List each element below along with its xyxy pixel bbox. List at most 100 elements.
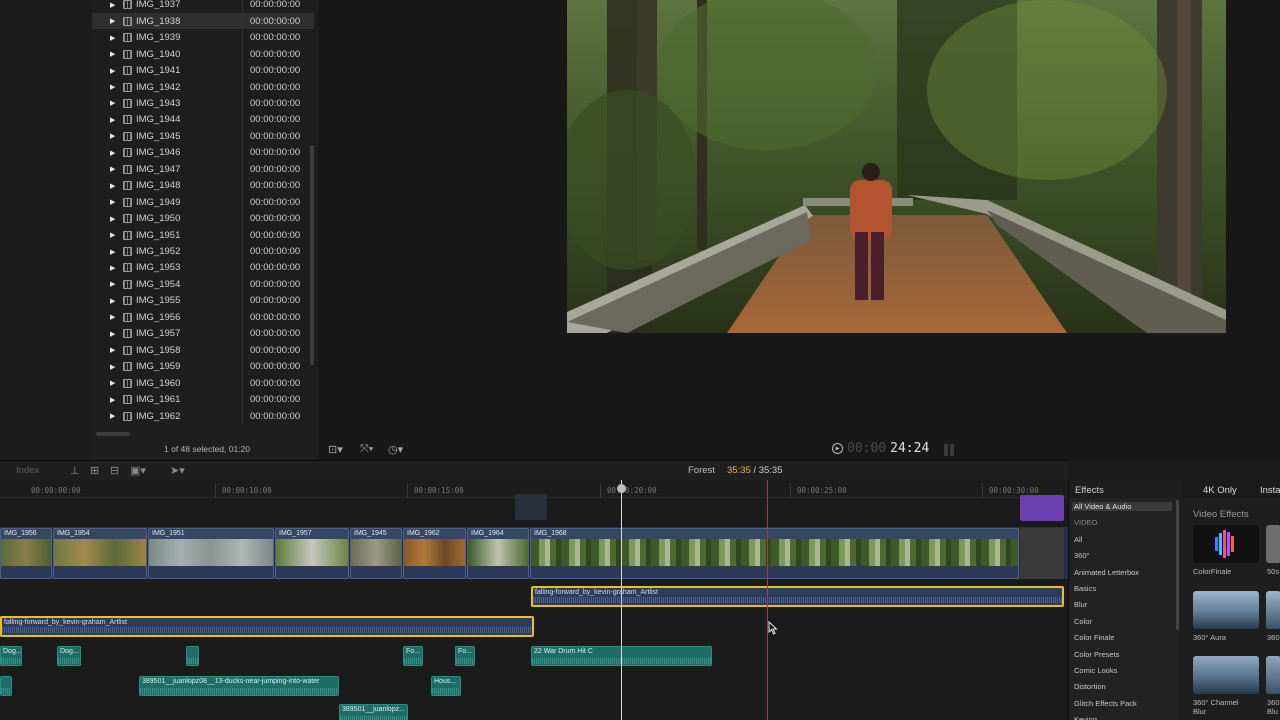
playhead-handle[interactable] bbox=[617, 484, 626, 493]
browser-clip-row[interactable]: ▶ IMG_1942 00:00:00:00 bbox=[92, 78, 314, 96]
video-clip[interactable]: IMG_1954 bbox=[53, 528, 147, 579]
browser-clip-row[interactable]: ▶ IMG_1941 00:00:00:00 bbox=[92, 62, 314, 79]
browser-clip-row[interactable]: ▶ IMG_1957 00:00:00:00 bbox=[92, 325, 314, 342]
disclosure-triangle-icon[interactable]: ▶ bbox=[110, 231, 115, 239]
playhead[interactable] bbox=[621, 480, 622, 720]
disclosure-triangle-icon[interactable]: ▶ bbox=[110, 363, 115, 371]
browser-clip-row[interactable]: ▶ IMG_1956 00:00:00:00 bbox=[92, 309, 314, 326]
browser-clip-row[interactable]: ▶ IMG_1944 00:00:00:00 bbox=[92, 111, 314, 129]
disclosure-triangle-icon[interactable]: ▶ bbox=[110, 297, 115, 305]
disclosure-triangle-icon[interactable]: ▶ bbox=[110, 83, 115, 91]
video-clip[interactable]: IMG_1957 bbox=[275, 528, 349, 579]
disclosure-triangle-icon[interactable]: ▶ bbox=[110, 182, 115, 190]
effect-thumbnail-colorfinale[interactable] bbox=[1193, 525, 1259, 563]
transform-tool-icon[interactable]: ⤧▾ bbox=[360, 443, 373, 456]
effects-category-item[interactable]: Glitch Effects Pack bbox=[1074, 699, 1137, 708]
category-scrollbar[interactable] bbox=[1176, 500, 1179, 630]
browser-horizontal-scrollbar[interactable] bbox=[96, 432, 130, 436]
play-icon[interactable]: ▶ bbox=[832, 443, 843, 454]
browser-clip-row[interactable]: ▶ IMG_1940 00:00:00:00 bbox=[92, 45, 314, 63]
disclosure-triangle-icon[interactable]: ▶ bbox=[110, 165, 115, 173]
effects-category-item[interactable]: Animated Letterbox bbox=[1074, 568, 1139, 577]
disclosure-triangle-icon[interactable]: ▶ bbox=[110, 313, 115, 321]
browser-clip-row[interactable]: ▶ IMG_1961 00:00:00:00 bbox=[92, 391, 314, 408]
browser-clip-row[interactable]: ▶ IMG_1938 00:00:00:00 bbox=[92, 12, 314, 30]
view-options-icon[interactable]: ⊡▾ bbox=[328, 443, 343, 456]
gap-clip[interactable] bbox=[1020, 528, 1064, 579]
disclosure-triangle-icon[interactable]: ▶ bbox=[110, 264, 115, 272]
sound-effect-clip[interactable]: 389501__juanlopz... bbox=[339, 704, 408, 720]
browser-clip-row[interactable]: ▶ IMG_1951 00:00:00:00 bbox=[92, 226, 314, 244]
disclosure-triangle-icon[interactable]: ▶ bbox=[110, 17, 115, 25]
music-clip[interactable]: falling-forward_by_kevin-graham_Artlist bbox=[531, 586, 1064, 607]
disclosure-triangle-icon[interactable]: ▶ bbox=[110, 412, 115, 420]
sound-effect-clip[interactable]: Dog... bbox=[0, 646, 22, 666]
effects-category-item[interactable]: Blur bbox=[1074, 600, 1087, 609]
browser-clip-row[interactable]: ▶ IMG_1947 00:00:00:00 bbox=[92, 161, 314, 178]
timeline[interactable]: 00:00:00:00 00:00:10:00 00:00:15:00 00:0… bbox=[0, 480, 1068, 720]
effects-category-item[interactable]: Keying bbox=[1074, 715, 1097, 720]
video-clip[interactable]: IMG_1945 bbox=[350, 528, 402, 579]
effects-category-item[interactable]: All Video & Audio bbox=[1072, 502, 1172, 511]
effects-category-item[interactable]: Color bbox=[1074, 617, 1092, 626]
effects-category-item[interactable]: Color Finale bbox=[1074, 633, 1114, 642]
browser-clip-row[interactable]: ▶ IMG_1954 00:00:00:00 bbox=[92, 276, 314, 293]
disclosure-triangle-icon[interactable]: ▶ bbox=[110, 149, 115, 157]
effects-category-item[interactable]: Basics bbox=[1074, 584, 1096, 593]
effects-category-item[interactable]: Distortion bbox=[1074, 682, 1106, 691]
append-clip-icon[interactable]: ⊟ bbox=[110, 464, 119, 477]
select-tool-icon[interactable]: ➤▾ bbox=[170, 464, 185, 477]
browser-clip-row[interactable]: ▶ IMG_1958 00:00:00:00 bbox=[92, 341, 314, 359]
effect-thumbnail-360-aura[interactable] bbox=[1193, 591, 1259, 629]
browser-clip-row[interactable]: ▶ IMG_1950 00:00:00:00 bbox=[92, 210, 314, 227]
music-clip[interactable]: falling-forward_by_kevin-graham_Artlist bbox=[0, 616, 534, 637]
disclosure-triangle-icon[interactable]: ▶ bbox=[110, 248, 115, 256]
disclosure-triangle-icon[interactable]: ▶ bbox=[110, 346, 115, 354]
effects-category-item[interactable]: 360° bbox=[1074, 551, 1090, 560]
browser-clip-row[interactable]: ▶ IMG_1952 00:00:00:00 bbox=[92, 243, 314, 260]
browser-clip-row[interactable]: ▶ IMG_1945 00:00:00:00 bbox=[92, 128, 314, 145]
browser-clip-row[interactable]: ▶ IMG_1948 00:00:00:00 bbox=[92, 177, 314, 194]
browser-clip-row[interactable]: ▶ IMG_1949 00:00:00:00 bbox=[92, 193, 314, 211]
browser-scrollbar[interactable] bbox=[310, 145, 314, 365]
video-clip[interactable]: IMG_1964 bbox=[467, 528, 529, 579]
disclosure-triangle-icon[interactable]: ▶ bbox=[110, 34, 115, 42]
filter-4k-only[interactable]: 4K Only bbox=[1203, 485, 1237, 496]
disclosure-triangle-icon[interactable]: ▶ bbox=[110, 50, 115, 58]
title-clip[interactable] bbox=[515, 494, 547, 520]
browser-clip-row[interactable]: ▶ IMG_1953 00:00:00:00 bbox=[92, 259, 314, 277]
disclosure-triangle-icon[interactable]: ▶ bbox=[110, 116, 115, 124]
effects-category-item[interactable]: All bbox=[1074, 535, 1082, 544]
effect-thumbnail-360[interactable] bbox=[1266, 591, 1280, 629]
disclosure-triangle-icon[interactable]: ▶ bbox=[110, 396, 115, 404]
browser-clip-row[interactable]: ▶ IMG_1960 00:00:00:00 bbox=[92, 374, 314, 392]
effects-category-item[interactable]: Comic Looks bbox=[1074, 666, 1117, 675]
disclosure-triangle-icon[interactable]: ▶ bbox=[110, 198, 115, 206]
disclosure-triangle-icon[interactable]: ▶ bbox=[110, 280, 115, 288]
disclosure-triangle-icon[interactable]: ▶ bbox=[110, 132, 115, 140]
browser-clip-row[interactable]: ▶ IMG_1959 00:00:00:00 bbox=[92, 358, 314, 375]
insert-clip-icon[interactable]: ⊞ bbox=[90, 464, 99, 477]
video-clip[interactable]: IMG_1956 bbox=[0, 528, 52, 579]
disclosure-triangle-icon[interactable]: ▶ bbox=[110, 215, 115, 223]
disclosure-triangle-icon[interactable]: ▶ bbox=[110, 99, 115, 107]
disclosure-triangle-icon[interactable]: ▶ bbox=[110, 67, 115, 75]
browser-clip-row[interactable]: ▶ IMG_1946 00:00:00:00 bbox=[92, 144, 314, 162]
disclosure-triangle-icon[interactable]: ▶ bbox=[110, 379, 115, 387]
connect-clip-icon[interactable]: ⊥ bbox=[70, 464, 80, 477]
overwrite-clip-icon[interactable]: ▣▾ bbox=[130, 464, 146, 477]
disclosure-triangle-icon[interactable]: ▶ bbox=[110, 1, 115, 9]
video-clip[interactable]: IMG_1962 bbox=[403, 528, 466, 579]
browser-clip-row[interactable]: ▶ IMG_1939 00:00:00:00 bbox=[92, 29, 314, 46]
sound-effect-clip[interactable]: Dog... bbox=[57, 646, 81, 666]
browser-clip-row[interactable]: ▶ IMG_1937 00:00:00:00 bbox=[92, 0, 314, 13]
timecode-display[interactable]: ▶ 00:00 24:24 bbox=[832, 441, 929, 456]
filter-insta[interactable]: Insta bbox=[1260, 485, 1280, 496]
disclosure-triangle-icon[interactable]: ▶ bbox=[110, 330, 115, 338]
browser-clip-row[interactable]: ▶ IMG_1955 00:00:00:00 bbox=[92, 292, 314, 310]
browser-clip-row[interactable]: ▶ IMG_1943 00:00:00:00 bbox=[92, 95, 314, 112]
speed-tool-icon[interactable]: ◷▾ bbox=[388, 443, 403, 456]
video-clip[interactable]: IMG_1968 bbox=[530, 528, 1019, 579]
sound-effect-clip[interactable]: 389501__juanlopz08__13-ducks-near-jumpin… bbox=[139, 676, 339, 696]
effects-category-item[interactable]: Color Presets bbox=[1074, 650, 1119, 659]
